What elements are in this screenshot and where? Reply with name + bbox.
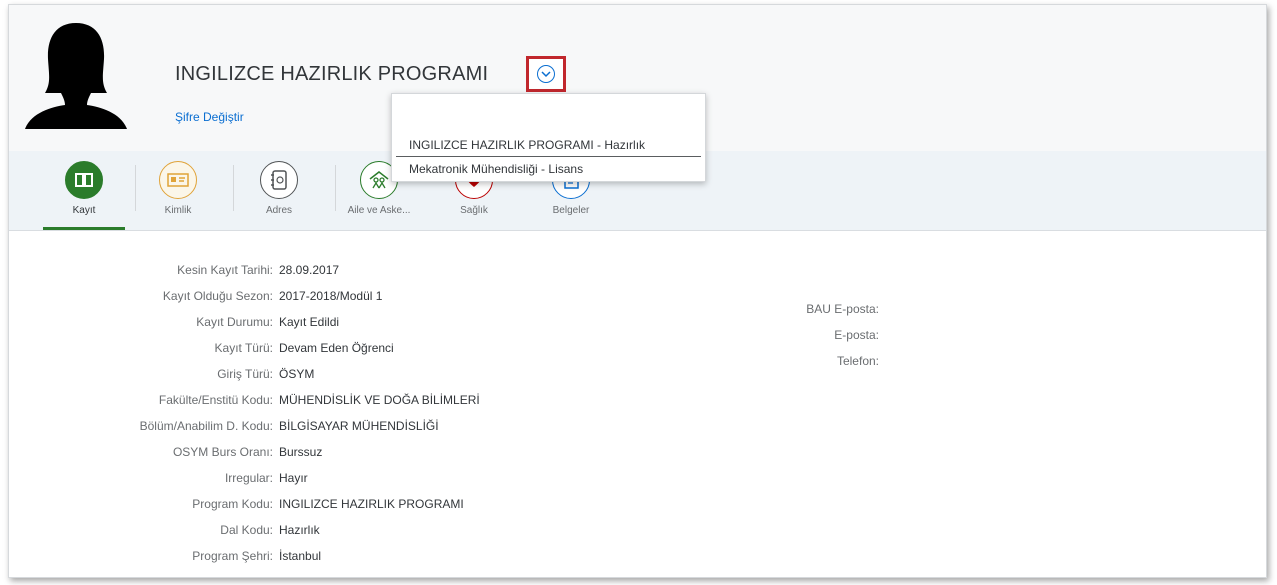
field-label: Irregular:: [224, 471, 273, 485]
field-label: Program Şehri:: [192, 549, 273, 563]
field-bau-eposta: BAU E-posta:: [9, 302, 879, 318]
tab-kimlik[interactable]: Kimlik: [138, 161, 218, 216]
field-value: Burssuz: [279, 445, 323, 459]
student-profile-window: INGILIZCE HAZIRLIK PROGRAMI Şifre Değişt…: [8, 4, 1267, 578]
field-kesin-kayit-tarihi: Kesin Kayıt Tarihi: 28.09.2017: [9, 263, 339, 279]
program-title: INGILIZCE HAZIRLIK PROGRAMI: [175, 63, 489, 85]
program-dropdown-button[interactable]: [526, 56, 566, 92]
field-label: Fakülte/Enstitü Kodu:: [158, 393, 273, 407]
field-value: 2017-2018/Modül 1: [279, 289, 383, 303]
field-eposta: E-posta:: [9, 328, 879, 344]
field-program-kodu: Program Kodu: INGILIZCE HAZIRLIK PROGRAM…: [9, 497, 463, 513]
address-book-icon: [260, 161, 298, 199]
field-bolum-kodu: Bölüm/Anabilim D. Kodu: BİLGİSAYAR MÜHEN…: [9, 419, 439, 435]
field-value: INGILIZCE HAZIRLIK PROGRAMI: [279, 497, 464, 511]
tab-label: Kayıt: [72, 205, 96, 216]
field-value: Hayır: [279, 471, 308, 485]
field-value: 28.09.2017: [279, 263, 340, 277]
field-value: Hazırlık: [279, 523, 320, 537]
tab-label: Aile ve Aske...: [347, 205, 411, 216]
id-card-icon: [159, 161, 197, 199]
tab-kayit[interactable]: Kayıt: [44, 161, 124, 216]
program-dropdown-menu: INGILIZCE HAZIRLIK PROGRAMI - Hazırlık M…: [391, 93, 706, 182]
field-telefon: Telefon:: [9, 354, 879, 370]
field-value: MÜHENDİSLİK VE DOĞA BİLİMLERİ: [279, 393, 480, 407]
field-label: Kesin Kayıt Tarihi:: [177, 263, 273, 277]
field-value: İstanbul: [279, 549, 322, 563]
field-label: OSYM Burs Oranı:: [172, 445, 273, 459]
field-label: E-posta:: [834, 328, 879, 342]
field-dal-kodu: Dal Kodu: Hazırlık: [9, 523, 319, 539]
tab-label: Sağlık: [460, 205, 488, 216]
tab-divider: [335, 165, 336, 211]
tab-label: Belgeler: [552, 205, 590, 216]
field-label: Dal Kodu:: [220, 523, 273, 537]
tab-label: Adres: [265, 205, 293, 216]
field-irregular: Irregular: Hayır: [9, 471, 308, 487]
field-fakulte-kodu: Fakülte/Enstitü Kodu: MÜHENDİSLİK VE DOĞ…: [9, 393, 480, 409]
dropdown-item-hazirlik[interactable]: INGILIZCE HAZIRLIK PROGRAMI - Hazırlık: [409, 138, 645, 152]
dropdown-divider: [396, 156, 701, 157]
field-label: Program Kodu:: [192, 497, 273, 511]
field-label: Bölüm/Anabilim D. Kodu:: [139, 419, 273, 433]
field-label: Telefon:: [836, 354, 879, 368]
field-osym-burs-orani: OSYM Burs Oranı: Burssuz: [9, 445, 322, 461]
tab-adres[interactable]: Adres: [239, 161, 319, 216]
field-program-sehri: Program Şehri: İstanbul: [9, 549, 321, 565]
tab-divider: [135, 165, 136, 211]
tab-label: Kimlik: [164, 205, 192, 216]
chevron-down-icon: [537, 65, 555, 83]
tab-divider: [233, 165, 234, 211]
field-label: Kayıt Olduğu Sezon:: [162, 289, 273, 303]
field-value: BİLGİSAYAR MÜHENDİSLİĞİ: [279, 419, 439, 433]
field-label: BAU E-posta:: [806, 302, 879, 316]
dropdown-item-mekatronik[interactable]: Mekatronik Mühendisliği - Lisans: [409, 162, 583, 176]
change-password-link[interactable]: Şifre Değiştir: [175, 110, 244, 124]
avatar: [25, 23, 127, 129]
book-icon: [65, 161, 103, 199]
active-tab-indicator: [43, 227, 125, 230]
